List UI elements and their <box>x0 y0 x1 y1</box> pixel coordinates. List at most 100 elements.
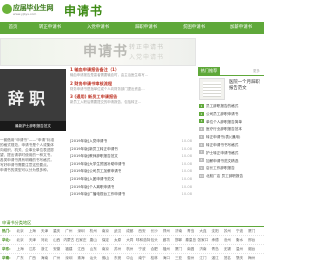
sidebar-item[interactable]: 7 护士转正申请书格式 <box>199 150 264 158</box>
news-item[interactable]: 1 输血申请报告备注（1） 输血申请报告是患者需要输血时，由主治医生填写… <box>70 66 196 78</box>
region-link[interactable]: 沧州 <box>221 236 233 244</box>
region-link[interactable]: 济南 <box>197 245 209 253</box>
news-title[interactable]: 1 输血申请报告备注（1） <box>70 66 196 73</box>
region-link[interactable]: 肇庆 <box>233 254 245 261</box>
region-link[interactable]: 南昌 <box>185 245 197 253</box>
nav-item-cizhi[interactable]: 辞职申请书 <box>122 22 170 34</box>
region-link[interactable]: 邢台 <box>246 236 258 244</box>
sidebar-item[interactable]: 1 员工辞职报告的格式 <box>199 103 264 111</box>
sidebar-item-label[interactable]: 公司员工辞职申请书 <box>206 112 238 116</box>
list-item[interactable]: [2019年版]公司员工加薪申请书 10-08 <box>70 168 196 176</box>
region-link[interactable]: 内蒙古 <box>63 236 75 244</box>
nav-item-pinkun[interactable]: 贫困申请书 <box>170 22 218 34</box>
sidebar-lead-title[interactable]: 医院一个月辞职报告范文 <box>229 80 264 92</box>
region-link[interactable]: 唐山 <box>87 236 99 244</box>
list-item-title[interactable]: [2019年版]入党申请书 <box>70 138 107 146</box>
region-link[interactable]: 沈阳 <box>209 227 221 235</box>
region-link[interactable]: 惠州 <box>185 254 197 261</box>
region-link[interactable]: 湛江 <box>209 254 221 261</box>
list-item-title[interactable]: [2019年版]大学生贫困补助申请书 <box>70 161 125 169</box>
featured-image[interactable]: 辞职 最新护士辞职报告范文 <box>0 69 66 131</box>
region-link[interactable]: 厦门 <box>246 227 258 235</box>
region-link[interactable]: 深圳 <box>63 254 75 261</box>
region-link[interactable]: 三亚 <box>172 254 184 261</box>
region-link[interactable]: 温州 <box>233 245 245 253</box>
region-link[interactable]: 上海 <box>14 245 26 253</box>
region-link[interactable]: 梅州 <box>246 254 258 261</box>
region-link[interactable]: 佛山 <box>99 254 111 261</box>
region-link[interactable]: 汕头 <box>87 254 99 261</box>
region-link[interactable]: 山西 <box>51 236 63 244</box>
region-link[interactable]: 青岛 <box>209 245 221 253</box>
nav-item-rudang[interactable]: 入党申请书 <box>74 22 122 34</box>
region-link[interactable]: 南京 <box>99 227 111 235</box>
sidebar-item[interactable]: 5 转正申请书(表)(通用) <box>199 134 264 142</box>
region-link[interactable]: 上海 <box>26 227 38 235</box>
region-link[interactable]: 西安 <box>136 227 148 235</box>
list-item[interactable]: [2019年版]广播电视台工作申请书 10-08 <box>70 191 196 199</box>
sidebar-item-label[interactable]: 转正申请书(表)(通用) <box>206 135 240 139</box>
region-link[interactable]: 无锡 <box>221 245 233 253</box>
region-link[interactable]: 廊坊 <box>160 236 172 244</box>
region-link[interactable]: 南宁 <box>136 254 148 261</box>
region-link[interactable]: 天津 <box>26 236 38 244</box>
nav-item-home[interactable]: 首页 <box>0 22 26 34</box>
sidebar-item[interactable]: 6 转正申请书书写格式 <box>199 142 264 150</box>
region-link[interactable]: 安徽 <box>51 245 63 253</box>
sidebar-item[interactable]: 2 公司员工辞职申请书 <box>199 111 264 119</box>
list-item-title[interactable]: [2019年版]公司员工加薪申请书 <box>70 168 121 176</box>
region-link[interactable]: 茂名 <box>221 254 233 261</box>
sidebar-more-link[interactable]: 更多 <box>253 68 260 73</box>
sidebar-item-label[interactable]: 北航厂店 员工辞职报告 <box>206 174 243 178</box>
region-link[interactable]: 青岛 <box>185 227 197 235</box>
region-link[interactable]: 承德 <box>209 236 221 244</box>
site-logo[interactable]: 应届毕业生网 www.yjbys.com <box>2 3 54 16</box>
sidebar-tab[interactable]: 热门推荐 <box>198 67 220 75</box>
region-link[interactable]: 济南 <box>172 227 184 235</box>
region-link[interactable]: 珠海 <box>75 254 87 261</box>
region-link[interactable]: 桂林 <box>148 254 160 261</box>
region-link[interactable]: 杭州 <box>87 227 99 235</box>
region-link[interactable]: 广东 <box>14 254 26 261</box>
region-link[interactable]: 广西 <box>26 254 38 261</box>
region-link[interactable]: 衡水 <box>233 236 245 244</box>
sidebar-item[interactable]: 4 医疗行业辞职报告范本 <box>199 126 264 134</box>
region-link[interactable]: 深圳 <box>75 227 87 235</box>
list-item-title[interactable]: [2019年版]教师辞职报告范文 <box>70 153 118 161</box>
region-link[interactable]: 江西 <box>75 245 87 253</box>
region-link[interactable]: 中山 <box>124 254 136 261</box>
sidebar-item[interactable]: 10 北航厂店 员工辞职报告 <box>199 173 264 181</box>
region-link[interactable]: 河北 <box>38 236 50 244</box>
region-link[interactable]: 浙江 <box>38 245 50 253</box>
region-link[interactable]: 石家庄 <box>75 236 87 244</box>
list-item[interactable]: [2019年版]入团申请书范文 10-08 <box>70 176 196 184</box>
region-link[interactable]: 宁波 <box>233 227 245 235</box>
sidebar-item[interactable]: 3 单位个人辞职报告简单 <box>199 119 264 127</box>
region-link[interactable]: 大连 <box>197 227 209 235</box>
sidebar-item-label[interactable]: 加薪申请书范文精选 <box>206 159 238 163</box>
region-link[interactable]: 宁波 <box>136 245 148 253</box>
region-link[interactable]: 广州 <box>63 227 75 235</box>
list-item[interactable]: [2019年版]个人离职申请书 10-08 <box>70 184 196 192</box>
region-link[interactable]: 广州 <box>51 254 63 261</box>
list-item[interactable]: [2019年版]大学生贫困补助申请书 10-08 <box>70 161 196 169</box>
news-item[interactable]: 3 (通用) 新员工申请报告 新员工入职后需要提交的申请报告，包括转正… <box>70 93 196 105</box>
region-link[interactable]: 北京 <box>14 236 26 244</box>
sidebar-item-label[interactable]: 医疗行业辞职报告范本 <box>206 127 242 131</box>
sidebar-item-label[interactable]: 店长工作辞职报告 <box>206 166 235 170</box>
sidebar-item[interactable]: 8 加薪申请书范文精选 <box>199 158 264 166</box>
list-item-title[interactable]: [2019年版]新员工转正申请书 <box>70 146 118 154</box>
featured-caption[interactable]: 最新护士辞职报告范文 <box>0 121 66 131</box>
region-link[interactable]: 太原 <box>112 236 124 244</box>
region-link[interactable]: 北京 <box>14 227 26 235</box>
region-link[interactable]: 秦皇岛 <box>185 236 197 244</box>
topic-banner[interactable]: 申请书 转正申请书 入党申请书 <box>0 38 196 66</box>
sidebar-item[interactable]: 9 店长工作辞职报告 <box>199 165 264 173</box>
news-title[interactable]: 3 (通用) 新员工申请报告 <box>70 93 196 100</box>
site-title[interactable]: 申请书 <box>64 2 103 19</box>
region-link[interactable]: 长沙 <box>148 227 160 235</box>
list-item-title[interactable]: [2019年版]个人离职申请书 <box>70 184 114 192</box>
region-link[interactable]: 杭州 <box>124 245 136 253</box>
region-link[interactable]: 福建 <box>63 245 75 253</box>
region-link[interactable]: 东莞 <box>112 254 124 261</box>
